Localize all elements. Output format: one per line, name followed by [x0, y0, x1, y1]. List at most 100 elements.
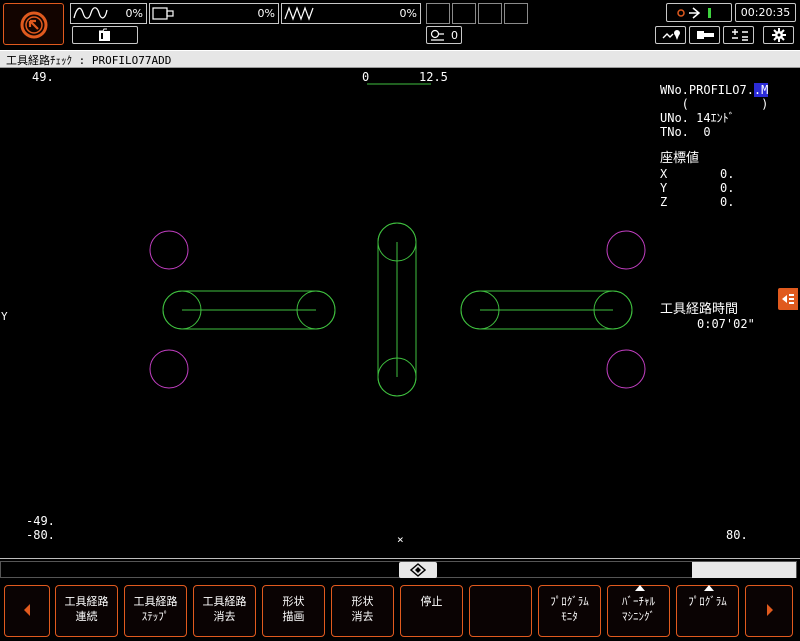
axis-load-icon [152, 7, 174, 20]
softkey-label: 形状 [351, 595, 374, 608]
work-number: WNo.PROFILO7..M [660, 83, 769, 97]
softkey-path-erase[interactable]: 工具経路 消去 [193, 585, 256, 637]
strip-right-panel [692, 562, 796, 578]
map-pin-icon [662, 30, 680, 40]
program-folder-button[interactable] [72, 26, 138, 44]
clock: 00:20:35 [735, 3, 796, 22]
status-slot-3 [478, 3, 502, 24]
softkey-label: 描画 [282, 610, 305, 623]
left-slot-path [162, 290, 336, 330]
softkey-label: 工具経路 [64, 595, 109, 608]
machine-status-icon [677, 7, 711, 19]
softkey-label: 連続 [75, 610, 98, 623]
chevron-left-icon [24, 604, 30, 616]
calculator-icon [732, 29, 748, 41]
softkey-label: ﾌﾟﾛｸﾞﾗﾑ [550, 595, 589, 608]
work-comment: ( ) [660, 97, 769, 111]
calculator-button[interactable] [723, 26, 754, 44]
softkey-next-button[interactable] [745, 585, 793, 637]
softkey-label: ﾓﾆﾀ [561, 610, 578, 623]
submenu-indicator-icon [635, 585, 645, 591]
coord-x-axis: X [660, 167, 668, 181]
softkey-prev-button[interactable] [4, 585, 50, 637]
top-status-bar: 0% 0% 0% 0 00:20:35 [0, 0, 800, 50]
tool-path-drawing [149, 83, 646, 397]
unit-number: UNo. 14ｴﾝﾄﾞ [660, 111, 735, 125]
x-max-label: 80. [726, 528, 748, 542]
y-axis-label: Y [1, 310, 8, 323]
coordinate-title: 座標値 [660, 151, 700, 166]
machine-status-box [666, 3, 732, 22]
status-slot-1 [426, 3, 450, 24]
softkey-blank[interactable] [469, 585, 532, 637]
softkey-path-step[interactable]: 工具経路 ｽﾃｯﾌﾟ [124, 585, 187, 637]
hole-top-right [606, 230, 646, 270]
chevron-right-icon [767, 604, 773, 616]
axis-load-gauge: 0% [149, 3, 279, 24]
spindle-wave-icon [73, 7, 108, 19]
softkey-shape-draw[interactable]: 形状 描画 [262, 585, 325, 637]
settings-button[interactable] [763, 26, 794, 44]
softkey-label: 消去 [351, 610, 374, 623]
softkey-label: ﾌﾟﾛｸﾞﾗﾑ [688, 595, 727, 608]
right-slot-path [460, 290, 633, 330]
work-number-highlight: .M [753, 83, 769, 97]
side-panel-tab[interactable] [778, 288, 798, 310]
softkey-path-continuous[interactable]: 工具経路 連続 [55, 585, 118, 637]
feed-value: 0% [399, 7, 417, 20]
coord-y-axis: Y [660, 181, 668, 195]
x-min-label: -80. [26, 528, 55, 542]
softkey-label: ﾏｼﾆﾝｸﾞ [622, 610, 655, 623]
coord-x-value: 0. [720, 167, 735, 181]
home-arrow-icon [20, 11, 48, 39]
softkey-label: ﾊﾞｰﾁｬﾙ [622, 595, 655, 608]
softkey-program[interactable]: ﾌﾟﾛｸﾞﾗﾑ [676, 585, 739, 637]
spindle-load-value: 0% [125, 7, 143, 20]
y-max-label: 49. [32, 70, 54, 84]
softkey-shape-erase[interactable]: 形状 消去 [331, 585, 394, 637]
axis-load-value: 0% [257, 7, 275, 20]
folder-icon [99, 28, 110, 41]
softkey-label: 消去 [213, 610, 236, 623]
tool-path-view[interactable]: 49. 0 12.5 Y -49. -80. 80. × WNo.PROFILO… [0, 68, 800, 558]
work-number-text: WNo.PROFILO7. [660, 83, 754, 97]
spindle-load-gauge: 0% [70, 3, 147, 24]
status-slot-2 [452, 3, 476, 24]
tool-sequence-number: TNo. 0 [660, 125, 711, 139]
softkey-label: 停止 [420, 595, 443, 608]
tool-number-box: 0 [426, 26, 462, 44]
coord-z-axis: Z [660, 195, 668, 209]
scale-right-label: 12.5 [419, 70, 448, 84]
softkey-stop[interactable]: 停止 [400, 585, 463, 637]
softkey-virtual-machining[interactable]: ﾊﾞｰﾁｬﾙ ﾏｼﾆﾝｸﾞ [607, 585, 670, 637]
y-min-label: -49. [26, 514, 55, 528]
map-tool-button[interactable] [655, 26, 686, 44]
tool-holder-button[interactable] [689, 26, 720, 44]
origin-marker: × [397, 533, 404, 546]
tool-number: 0 [451, 29, 458, 42]
center-slot-path [377, 222, 417, 397]
path-time-value: 0:07'02" [697, 317, 755, 331]
status-slot-4 [504, 3, 528, 24]
coord-y-value: 0. [720, 181, 735, 195]
softkey-label: 工具経路 [202, 595, 247, 608]
tool-holder-icon [697, 31, 714, 39]
layer-toggle-button[interactable] [399, 562, 437, 578]
home-menu-button[interactable] [3, 3, 64, 45]
feed-wave-icon [284, 6, 314, 21]
submenu-indicator-icon [704, 585, 714, 591]
gear-icon [772, 28, 786, 42]
softkey-label: ｽﾃｯﾌﾟ [141, 610, 170, 623]
hole-top-left [149, 230, 189, 270]
page-strip [0, 558, 800, 580]
tool-icon [430, 29, 444, 41]
path-time-label: 工具経路時間 [660, 302, 739, 317]
screen-title-bar: 工具経路ﾁｪｯｸ : PROFILO77ADD [0, 50, 800, 68]
coord-z-value: 0. [720, 195, 735, 209]
layers-icon [410, 563, 426, 577]
feed-gauge: 0% [281, 3, 421, 24]
hole-bottom-right [606, 349, 646, 389]
screen-title: 工具経路ﾁｪｯｸ : PROFILO77ADD [6, 54, 172, 67]
panel-toggle-icon [782, 294, 794, 304]
softkey-program-monitor[interactable]: ﾌﾟﾛｸﾞﾗﾑ ﾓﾆﾀ [538, 585, 601, 637]
